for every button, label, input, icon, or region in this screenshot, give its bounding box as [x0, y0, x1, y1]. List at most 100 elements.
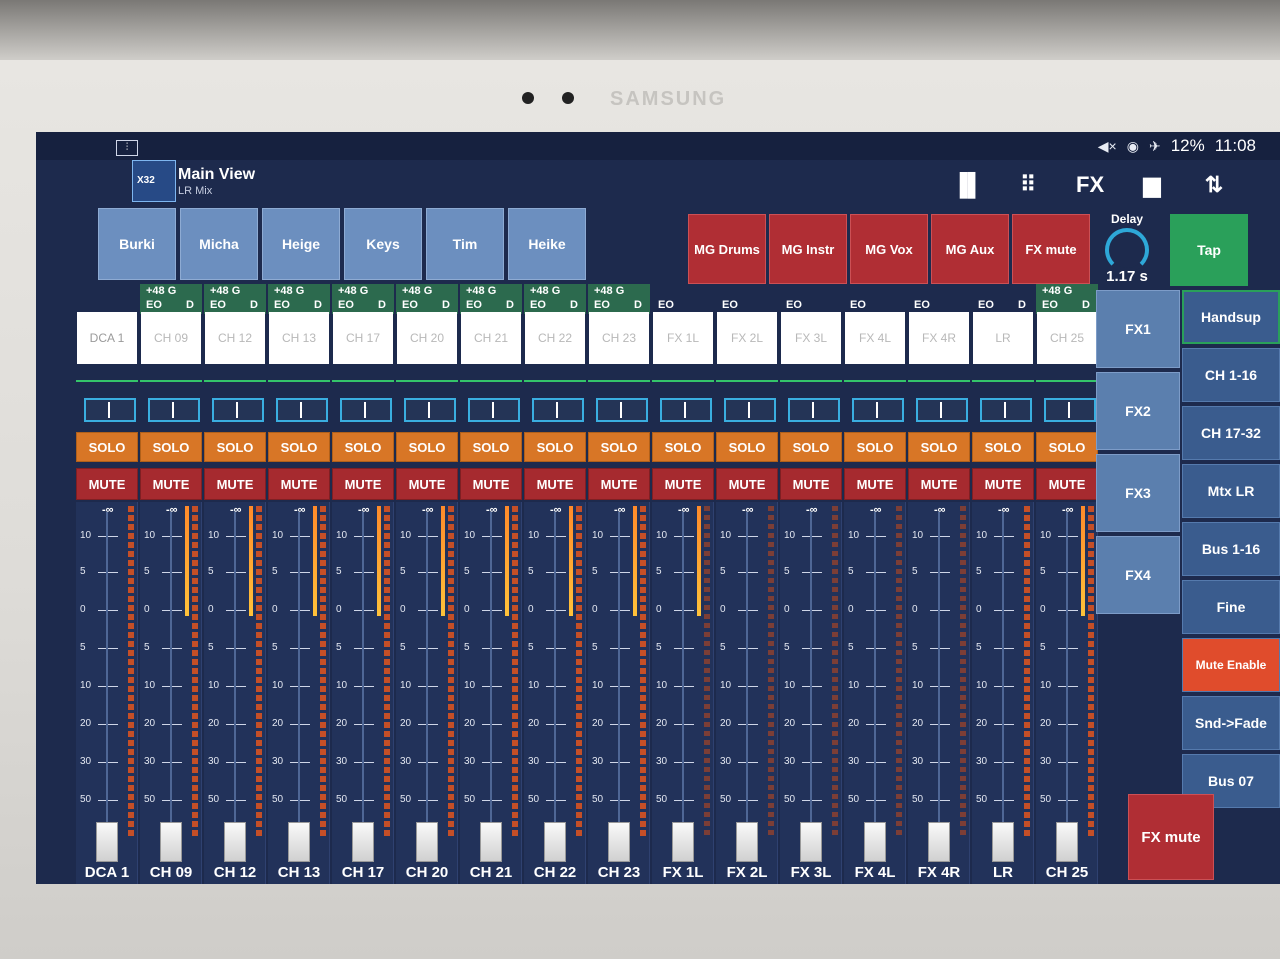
mute-button[interactable]: MUTE: [140, 468, 202, 500]
sync-icon[interactable]: ⇅: [1200, 172, 1228, 198]
dca-button[interactable]: Burki: [98, 208, 176, 280]
mute-button[interactable]: MUTE: [780, 468, 842, 500]
solo-button[interactable]: SOLO: [1036, 432, 1098, 462]
solo-button[interactable]: SOLO: [652, 432, 714, 462]
fader-track[interactable]: -∞ 10 5 0 5 10 20 30 50 CH 12: [204, 502, 266, 884]
dca-button[interactable]: Micha: [180, 208, 258, 280]
scribble-strip[interactable]: CH 22: [525, 312, 585, 364]
scribble-strip[interactable]: CH 17: [333, 312, 393, 364]
fx-button[interactable]: FX1: [1096, 290, 1180, 368]
fader-track[interactable]: -∞ 10 5 0 5 10 20 30 50 CH 20: [396, 502, 458, 884]
fader-knob[interactable]: [608, 822, 630, 862]
mute-button[interactable]: MUTE: [908, 468, 970, 500]
pan-indicator[interactable]: [916, 398, 968, 422]
delay-control[interactable]: Delay 1.17 s: [1094, 212, 1160, 288]
fader-knob[interactable]: [544, 822, 566, 862]
scribble-strip[interactable]: FX 4L: [845, 312, 905, 364]
fx-button[interactable]: FX2: [1096, 372, 1180, 450]
scribble-strip[interactable]: FX 1L: [653, 312, 713, 364]
dca-button[interactable]: Tim: [426, 208, 504, 280]
mute-button[interactable]: MUTE: [716, 468, 778, 500]
fader-knob[interactable]: [736, 822, 758, 862]
dca-button[interactable]: Heige: [262, 208, 340, 280]
scribble-strip[interactable]: CH 20: [397, 312, 457, 364]
fader-track[interactable]: -∞ 10 5 0 5 10 20 30 50 CH 21: [460, 502, 522, 884]
fx-mute-button[interactable]: FX mute: [1128, 794, 1214, 880]
mute-group-button[interactable]: MG Aux: [931, 214, 1009, 284]
delay-knob[interactable]: [1105, 228, 1149, 272]
fader-knob[interactable]: [800, 822, 822, 862]
fx-label[interactable]: FX: [1076, 172, 1104, 198]
pan-indicator[interactable]: [340, 398, 392, 422]
side-button[interactable]: CH 17-32: [1182, 406, 1280, 460]
solo-button[interactable]: SOLO: [396, 432, 458, 462]
mute-button[interactable]: MUTE: [524, 468, 586, 500]
fader-track[interactable]: -∞ 10 5 0 5 10 20 30 50 FX 4L: [844, 502, 906, 884]
scribble-strip[interactable]: CH 25: [1037, 312, 1097, 364]
fader-track[interactable]: -∞ 10 5 0 5 10 20 30 50 CH 13: [268, 502, 330, 884]
grid-icon[interactable]: ⠿: [1014, 172, 1042, 198]
side-button[interactable]: Mtx LR: [1182, 464, 1280, 518]
pan-indicator[interactable]: [1044, 398, 1096, 422]
pan-indicator[interactable]: [980, 398, 1032, 422]
fader-knob[interactable]: [160, 822, 182, 862]
scribble-strip[interactable]: FX 4R: [909, 312, 969, 364]
solo-button[interactable]: SOLO: [972, 432, 1034, 462]
meters-icon[interactable]: ▐▌: [952, 172, 983, 198]
fader-knob[interactable]: [480, 822, 502, 862]
solo-button[interactable]: SOLO: [716, 432, 778, 462]
mute-group-button[interactable]: MG Vox: [850, 214, 928, 284]
solo-button[interactable]: SOLO: [908, 432, 970, 462]
fader-track[interactable]: -∞ 10 5 0 5 10 20 30 50 CH 17: [332, 502, 394, 884]
fader-knob[interactable]: [288, 822, 310, 862]
fader-track[interactable]: -∞ 10 5 0 5 10 20 30 50 FX 1L: [652, 502, 714, 884]
fader-knob[interactable]: [928, 822, 950, 862]
scribble-strip[interactable]: CH 23: [589, 312, 649, 364]
fader-track[interactable]: -∞ 10 5 0 5 10 20 30 50 CH 22: [524, 502, 586, 884]
fader-knob[interactable]: [224, 822, 246, 862]
mute-button[interactable]: MUTE: [332, 468, 394, 500]
fader-track[interactable]: -∞ 10 5 0 5 10 20 30 50 FX 2L: [716, 502, 778, 884]
solo-button[interactable]: SOLO: [780, 432, 842, 462]
mixer-logo[interactable]: X32: [132, 160, 176, 202]
pan-indicator[interactable]: [276, 398, 328, 422]
fader-knob[interactable]: [864, 822, 886, 862]
mute-button[interactable]: MUTE: [268, 468, 330, 500]
mute-group-button[interactable]: MG Drums: [688, 214, 766, 284]
scribble-strip[interactable]: DCA 1: [77, 312, 137, 364]
side-button[interactable]: Fine: [1182, 580, 1280, 634]
fx-button[interactable]: FX4: [1096, 536, 1180, 614]
side-button[interactable]: CH 1-16: [1182, 348, 1280, 402]
mute-button[interactable]: MUTE: [1036, 468, 1098, 500]
pan-indicator[interactable]: [148, 398, 200, 422]
scribble-strip[interactable]: CH 13: [269, 312, 329, 364]
scribble-strip[interactable]: CH 12: [205, 312, 265, 364]
fader-knob[interactable]: [416, 822, 438, 862]
fader-track[interactable]: -∞ 10 5 0 5 10 20 30 50 CH 09: [140, 502, 202, 884]
fader-knob[interactable]: [96, 822, 118, 862]
pan-indicator[interactable]: [660, 398, 712, 422]
side-button[interactable]: Bus 1-16: [1182, 522, 1280, 576]
side-button[interactable]: Snd->Fade: [1182, 696, 1280, 750]
mute-button[interactable]: MUTE: [204, 468, 266, 500]
pan-indicator[interactable]: [404, 398, 456, 422]
mute-group-button[interactable]: MG Instr: [769, 214, 847, 284]
side-button[interactable]: Handsup: [1182, 290, 1280, 344]
mute-button[interactable]: MUTE: [76, 468, 138, 500]
scribble-strip[interactable]: LR: [973, 312, 1033, 364]
mute-button[interactable]: MUTE: [396, 468, 458, 500]
solo-button[interactable]: SOLO: [140, 432, 202, 462]
fader-track[interactable]: -∞ 10 5 0 5 10 20 30 50 FX 3L: [780, 502, 842, 884]
fader-knob[interactable]: [352, 822, 374, 862]
pan-indicator[interactable]: [724, 398, 776, 422]
side-button[interactable]: Mute Enable: [1182, 638, 1280, 692]
fader-knob[interactable]: [672, 822, 694, 862]
mute-button[interactable]: MUTE: [652, 468, 714, 500]
pan-indicator[interactable]: [596, 398, 648, 422]
mute-button[interactable]: MUTE: [844, 468, 906, 500]
mute-button[interactable]: MUTE: [588, 468, 650, 500]
pan-indicator[interactable]: [84, 398, 136, 422]
fader-knob[interactable]: [1056, 822, 1078, 862]
solo-button[interactable]: SOLO: [204, 432, 266, 462]
scribble-strip[interactable]: CH 21: [461, 312, 521, 364]
